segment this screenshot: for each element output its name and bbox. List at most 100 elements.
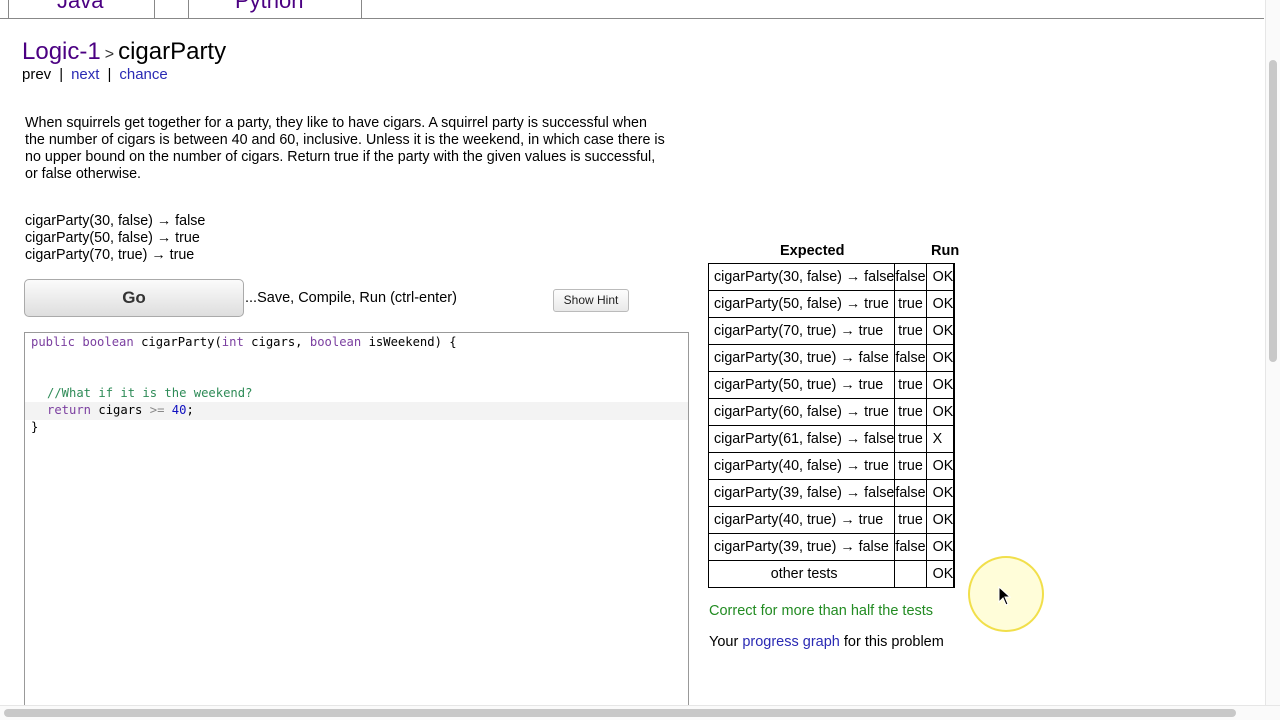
- run-cell: false: [894, 344, 927, 372]
- nav-separator: |: [107, 66, 112, 83]
- result-color-cell: [953, 452, 956, 480]
- expected-cell: cigarParty(70, true) → true: [707, 317, 896, 345]
- expected-cell: cigarParty(50, true) → true: [707, 371, 896, 399]
- results-table: cigarParty(30, false) → false false OK ciga…: [707, 263, 956, 588]
- progress-graph-link[interactable]: progress graph: [742, 634, 840, 650]
- expected-cell: cigarParty(30, true) → false: [707, 344, 896, 372]
- horizontal-scrollbar[interactable]: [0, 705, 1280, 720]
- go-button[interactable]: Go: [24, 279, 244, 317]
- prev-label: prev: [22, 66, 52, 83]
- code-text: cigars,: [243, 335, 310, 349]
- status-cell: X: [925, 425, 955, 453]
- status-cell: OK: [925, 290, 955, 318]
- chance-link[interactable]: chance: [119, 66, 167, 83]
- problem-nav: prev | next | chance: [22, 66, 168, 83]
- tab-python-label[interactable]: Python: [235, 0, 304, 14]
- expected-cell: cigarParty(39, false) → false: [707, 479, 896, 507]
- result-color-cell: [953, 317, 956, 345]
- breadcrumb-separator: >: [104, 46, 115, 63]
- run-cell: true: [894, 290, 927, 318]
- tab-python[interactable]: Python: [188, 0, 362, 19]
- status-cell: OK: [925, 452, 955, 480]
- status-cell: OK: [925, 263, 955, 291]
- tab-java[interactable]: Java: [8, 0, 156, 19]
- code-text: cigarParty(: [133, 335, 222, 349]
- progress-line: Your progress graph for this problem: [709, 634, 944, 650]
- result-color-cell: [953, 479, 956, 507]
- result-color-cell: [953, 263, 956, 291]
- results-body: cigarParty(30, false) → false false OK ciga…: [707, 263, 956, 588]
- table-row: cigarParty(40, false) → true true OK: [707, 452, 956, 480]
- table-row: cigarParty(70, true) → true true OK: [707, 317, 956, 345]
- status-cell: OK: [925, 398, 955, 426]
- table-row: cigarParty(50, false) → true true OK: [707, 290, 956, 318]
- header-expected: Expected: [780, 243, 845, 259]
- code-text: ;: [186, 403, 194, 417]
- nav-separator: |: [59, 66, 64, 83]
- other-tests-cell: other tests: [707, 560, 896, 588]
- code-line: }: [31, 419, 38, 436]
- status-cell: OK: [925, 560, 955, 588]
- run-cell: true: [894, 506, 927, 534]
- summary-text: Correct for more than half the tests: [709, 603, 934, 619]
- vertical-scrollbar[interactable]: [1265, 0, 1280, 706]
- status-cell: OK: [925, 479, 955, 507]
- table-row: cigarParty(39, false) → false false OK: [707, 479, 956, 507]
- expected-cell: cigarParty(50, false) → true: [707, 290, 896, 318]
- expected-cell: cigarParty(61, false) → false: [707, 425, 896, 453]
- result-color-cell: [953, 506, 956, 534]
- run-cell: true: [894, 317, 927, 345]
- expected-cell: cigarParty(40, true) → true: [707, 506, 896, 534]
- code-line: public boolean cigarParty(int cigars, bo…: [31, 334, 457, 351]
- next-link[interactable]: next: [71, 66, 99, 83]
- example-line: cigarParty(70, true) → true: [25, 247, 195, 263]
- status-cell: OK: [925, 317, 955, 345]
- horizontal-scroll-thumb[interactable]: [4, 709, 1236, 717]
- table-row: cigarParty(39, true) → false false OK: [707, 533, 956, 561]
- show-hint-button[interactable]: Show Hint: [553, 289, 629, 312]
- run-cell: false: [894, 533, 927, 561]
- progress-suffix: for this problem: [839, 634, 944, 650]
- table-row: cigarParty(30, true) → false false OK: [707, 344, 956, 372]
- status-cell: OK: [925, 506, 955, 534]
- expected-cell: cigarParty(40, false) → true: [707, 452, 896, 480]
- header-run: Run: [931, 243, 960, 259]
- status-cell: OK: [925, 371, 955, 399]
- code-number: 40: [171, 403, 187, 417]
- expected-cell: cigarParty(30, false) → false: [707, 263, 896, 291]
- examples-list: cigarParty(30, false) → false cigarParty…: [25, 213, 205, 264]
- keyword: public boolean: [31, 335, 134, 349]
- code-line: return cigars >= 40;: [47, 402, 194, 419]
- vertical-scroll-thumb[interactable]: [1269, 60, 1277, 362]
- result-color-cell: [953, 371, 956, 399]
- result-color-cell: [953, 344, 956, 372]
- progress-prefix: Your: [709, 634, 743, 650]
- keyword: int: [221, 335, 244, 349]
- breadcrumb: Logic-1 > cigarParty: [22, 38, 226, 66]
- status-cell: OK: [925, 344, 955, 372]
- expected-cell: cigarParty(60, false) → true: [707, 398, 896, 426]
- result-color-cell: [953, 290, 956, 318]
- run-cell: true: [894, 371, 927, 399]
- status-cell: OK: [925, 533, 955, 561]
- code-comment: //What if it is the weekend?: [47, 386, 253, 400]
- tab-java-label[interactable]: Java: [57, 0, 103, 14]
- expected-cell: cigarParty(39, true) → false: [707, 533, 896, 561]
- code-line: //What if it is the weekend?: [47, 385, 252, 402]
- code-text: isWeekend) {: [361, 335, 457, 349]
- code-editor[interactable]: public boolean cigarParty(int cigars, bo…: [24, 332, 689, 713]
- mouse-pointer-icon: [998, 586, 1012, 606]
- problem-description: When squirrels get together for a party,…: [25, 115, 665, 182]
- run-cell: true: [894, 398, 927, 426]
- run-cell: true: [894, 425, 927, 453]
- keyword: boolean: [309, 335, 362, 349]
- run-cell: [894, 560, 927, 588]
- table-row: cigarParty(61, false) → false true X: [707, 425, 956, 453]
- table-row: cigarParty(50, true) → true true OK: [707, 371, 956, 399]
- code-text: cigars: [91, 403, 150, 417]
- page-title: cigarParty: [118, 38, 227, 65]
- table-row-other: other tests OK: [707, 560, 956, 588]
- breadcrumb-category-link[interactable]: Logic-1: [22, 38, 101, 65]
- table-row: cigarParty(40, true) → true true OK: [707, 506, 956, 534]
- table-row: cigarParty(30, false) → false false OK: [707, 263, 956, 291]
